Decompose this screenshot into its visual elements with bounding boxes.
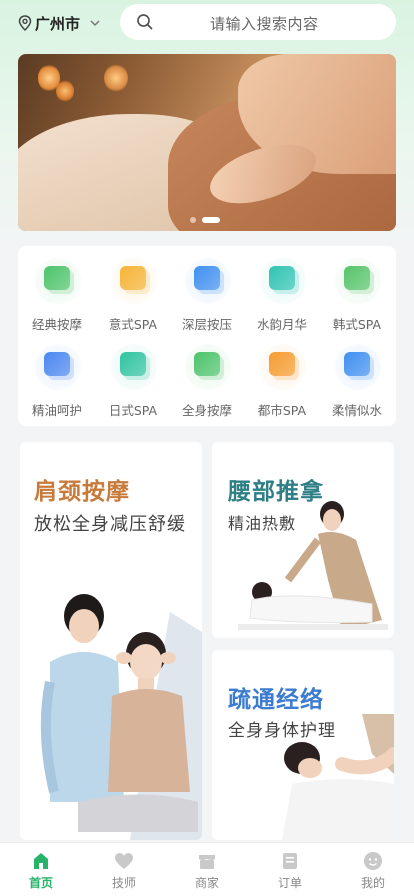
profile-icon xyxy=(364,852,382,870)
category-icon-bg xyxy=(185,344,231,390)
note-icon xyxy=(344,266,370,290)
bottom-tab-bar: 首页 技师 商家 订单 我的 xyxy=(0,842,414,896)
city-selector[interactable]: 广州市 xyxy=(18,12,102,34)
carousel-indicator xyxy=(190,217,226,223)
promo-subtitle: 放松全身减压舒缓 xyxy=(34,514,186,535)
category-item[interactable]: 韩式SPA xyxy=(321,250,393,332)
banner-light xyxy=(104,64,128,92)
card-icon xyxy=(44,352,70,376)
category-label: 都市SPA xyxy=(257,403,307,418)
carousel-dot[interactable] xyxy=(190,217,196,223)
basket-icon xyxy=(269,266,295,290)
tab-merchant[interactable]: 商家 xyxy=(166,843,248,896)
category-item[interactable]: 意式SPA xyxy=(97,250,169,332)
massage-illustration xyxy=(40,594,202,840)
category-item[interactable]: 经典按摩 xyxy=(21,250,93,332)
category-item[interactable]: 柔情似水 xyxy=(321,336,393,418)
promo-title: 疏通经络 xyxy=(228,687,324,713)
tab-mine[interactable]: 我的 xyxy=(332,843,414,896)
location-pin-icon xyxy=(18,15,32,31)
category-label: 意式SPA xyxy=(108,317,158,332)
tab-home[interactable]: 首页 xyxy=(0,843,82,896)
category-icon-bg xyxy=(35,258,81,304)
order-icon xyxy=(283,853,297,869)
category-label: 水韵月华 xyxy=(256,317,307,332)
chart-icon xyxy=(120,352,146,376)
category-icon-bg xyxy=(260,344,306,390)
tab-label: 商家 xyxy=(194,876,219,890)
banner-light xyxy=(56,80,74,102)
tab-label: 我的 xyxy=(360,876,385,890)
bag-icon xyxy=(194,266,220,290)
shop-icon xyxy=(199,855,215,869)
category-label: 精油呵护 xyxy=(31,403,82,418)
city-name: 广州市 xyxy=(35,14,81,33)
category-icon-bg xyxy=(185,258,231,304)
category-icon-bg xyxy=(260,258,306,304)
promo-card-waist[interactable]: 腰部推拿 精油热敷 xyxy=(212,442,394,638)
carousel-dot-active[interactable] xyxy=(202,217,220,223)
tab-technician[interactable]: 技师 xyxy=(83,843,165,896)
category-item[interactable]: 深层按压 xyxy=(171,250,243,332)
category-label: 日式SPA xyxy=(108,403,158,418)
tab-orders[interactable]: 订单 xyxy=(249,843,331,896)
coin-icon xyxy=(269,352,295,376)
leaf-card-icon xyxy=(44,266,70,290)
massage-illustration xyxy=(238,501,388,630)
promo-title: 肩颈按摩 xyxy=(34,479,130,505)
category-label: 全身按摩 xyxy=(181,403,232,418)
category-icon-bg xyxy=(335,344,381,390)
heart-icon xyxy=(115,853,133,869)
category-grid: 经典按摩 意式SPA 深层按压 水韵月华 韩式SPA 精油呵护 日式SPA 全身按摩 都市SPA… xyxy=(18,246,396,426)
tab-label: 订单 xyxy=(277,876,302,890)
massage-illustration xyxy=(282,714,394,840)
banner-carousel[interactable] xyxy=(18,54,396,231)
chevron-down-icon xyxy=(90,20,100,27)
category-item[interactable]: 全身按摩 xyxy=(171,336,243,418)
category-label: 柔情似水 xyxy=(331,403,382,418)
home-icon xyxy=(34,853,48,869)
tab-label: 首页 xyxy=(28,876,53,890)
search-icon xyxy=(137,14,153,30)
category-icon-bg xyxy=(111,344,157,390)
category-label: 经典按摩 xyxy=(31,317,82,332)
cart-icon xyxy=(120,266,146,290)
promo-card-meridian[interactable]: 疏通经络 全身身体护理 xyxy=(212,650,394,840)
category-icon-bg xyxy=(111,258,157,304)
category-item[interactable]: 日式SPA xyxy=(97,336,169,418)
category-icon-bg xyxy=(35,344,81,390)
arrow-circle-icon xyxy=(194,352,220,376)
top-bar: 广州市 请输入搜索内容 xyxy=(0,0,414,46)
search-bar[interactable]: 请输入搜索内容 xyxy=(120,4,396,40)
tab-label: 技师 xyxy=(111,876,136,890)
category-label: 韩式SPA xyxy=(332,317,382,332)
category-icon-bg xyxy=(335,258,381,304)
hash-icon xyxy=(344,352,370,376)
category-label: 深层按压 xyxy=(181,317,232,332)
promo-card-shoulder-neck[interactable]: 肩颈按摩 放松全身减压舒缓 xyxy=(20,442,202,840)
category-item[interactable]: 水韵月华 xyxy=(246,250,318,332)
category-item[interactable]: 都市SPA xyxy=(246,336,318,418)
search-placeholder: 请输入搜索内容 xyxy=(210,15,319,33)
category-item[interactable]: 精油呵护 xyxy=(21,336,93,418)
